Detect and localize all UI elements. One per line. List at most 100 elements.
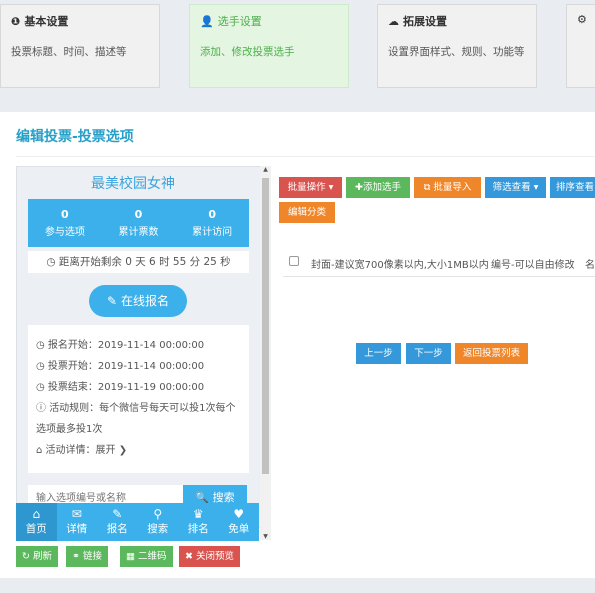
- filter-view-label: 筛选查看: [492, 182, 531, 193]
- tab-search[interactable]: ⚲ 搜索: [138, 503, 179, 541]
- cloud-icon: ☁: [388, 14, 399, 28]
- column-name: 名: [585, 260, 595, 271]
- info-text: 活动规则：每个微信号每天可以投1次每个选项最多投1次: [36, 403, 236, 435]
- info-rules: ⓘ 活动规则：每个微信号每天可以投1次每个选项最多投1次: [36, 398, 241, 440]
- close-icon: ✖: [185, 551, 193, 562]
- batch-import-label: 批量导入: [433, 182, 472, 193]
- clock-icon: ◷: [36, 340, 45, 351]
- filter-view-button[interactable]: 筛选查看 ▾: [485, 177, 546, 198]
- edit-category-button[interactable]: 编辑分类: [279, 202, 335, 223]
- signup-label: 在线报名: [120, 294, 169, 308]
- qrcode-label: 二维码: [138, 551, 167, 562]
- signup-button[interactable]: ✎ 在线报名: [89, 285, 187, 317]
- step-basic-settings[interactable]: ❶ 基本设置 投票标题、时间、描述等: [0, 4, 160, 88]
- sort-view-label: 排序查看: [556, 182, 595, 193]
- info-vote-start: ◷ 投票开始：2019-11-14 00:00:00: [36, 356, 241, 377]
- sort-view-button[interactable]: 排序查看: [550, 177, 595, 198]
- back-to-list-button[interactable]: 返回投票列表: [455, 343, 528, 364]
- caret-down-icon: ▾: [533, 182, 539, 193]
- tab-signup[interactable]: ✎ 报名: [97, 503, 138, 541]
- tab-label: 排名: [187, 523, 209, 535]
- user-plus-icon: 👤: [200, 14, 214, 28]
- step-cards: ❶ 基本设置 投票标题、时间、描述等 👤 选手设置 添加、修改投票选手 ☁ 拓展设置 …: [0, 0, 595, 100]
- refresh-button[interactable]: ↻ 刷新: [16, 546, 59, 567]
- clock-icon: ◷: [36, 361, 45, 372]
- step-title: 基本设置: [24, 15, 69, 28]
- step-extend-settings[interactable]: ☁ 拓展设置 设置界面样式、规则、功能等: [377, 4, 537, 88]
- tab-free[interactable]: ♥ 免单: [219, 503, 260, 541]
- link-icon: ⚭: [72, 551, 80, 562]
- title-divider: [16, 156, 595, 157]
- qrcode-icon: ▦: [126, 551, 135, 562]
- qrcode-button[interactable]: ▦ 二维码: [120, 546, 173, 567]
- batch-import-button[interactable]: ⧉ 批量导入: [414, 177, 481, 198]
- info-text: 投票开始：2019-11-14 00:00:00: [47, 361, 205, 372]
- next-step-label: 下一步: [414, 348, 443, 359]
- back-to-list-label: 返回投票列表: [462, 348, 520, 359]
- tab-label: 搜索: [147, 523, 169, 535]
- options-table-header: 封面-建议宽700像素以内,大小1MB以内 编号-可以自由修改 名: [283, 247, 595, 277]
- scroll-down-arrow[interactable]: ▼: [260, 533, 271, 540]
- add-player-button[interactable]: ✚添加选手: [346, 177, 410, 198]
- column-cover: 封面-建议宽700像素以内,大小1MB以内: [311, 260, 489, 271]
- select-all-checkbox[interactable]: [289, 256, 299, 266]
- refresh-label: 刷新: [33, 551, 53, 562]
- mobile-preview: 最美校园女神 0 参与选项 0 累计票数 0 累计访问 ◷ 距离开始剩余 0 天…: [16, 166, 261, 528]
- stat-votes: 0 累计票数: [102, 199, 176, 247]
- scroll-thumb[interactable]: [262, 178, 269, 474]
- prev-step-button[interactable]: 上一步: [356, 343, 401, 364]
- tab-label: 首页: [25, 523, 47, 535]
- edit-icon: ✎: [112, 507, 123, 521]
- copy-icon: ⧉: [423, 182, 431, 193]
- scroll-up-arrow[interactable]: ▲: [260, 166, 271, 173]
- clock-icon: ◷: [46, 256, 56, 268]
- info-text: 报名开始：2019-11-14 00:00:00: [47, 340, 205, 351]
- tab-label: 报名: [106, 523, 128, 535]
- edit-category-label: 编辑分类: [287, 207, 326, 218]
- batch-ops-button[interactable]: 批量操作 ▾: [279, 177, 342, 198]
- home-icon: ⌂: [32, 507, 41, 521]
- stat-visits: 0 累计访问: [175, 199, 249, 247]
- stat-value: 0: [61, 208, 69, 221]
- step-title: 拓展设置: [403, 15, 447, 28]
- clock-icon: ◷: [36, 382, 45, 393]
- caret-down-icon: ▾: [328, 182, 334, 193]
- step-desc: 投票标题、时间、描述等: [11, 46, 127, 58]
- link-button[interactable]: ⚭ 链接: [66, 546, 109, 567]
- info-signup-start: ◷ 报名开始：2019-11-14 00:00:00: [36, 335, 241, 356]
- page-title: 编辑投票-投票选项: [16, 129, 134, 145]
- stat-value: 0: [134, 208, 143, 221]
- next-step-button[interactable]: 下一步: [406, 343, 451, 364]
- details-icon: ⌂: [36, 445, 43, 456]
- activity-info: ◷ 报名开始：2019-11-14 00:00:00 ◷ 投票开始：2019-1…: [28, 325, 249, 473]
- tab-ranking[interactable]: ♛ 排名: [178, 503, 219, 541]
- close-preview-button[interactable]: ✖ 关闭预览: [179, 546, 241, 567]
- stat-label: 参与选项: [44, 227, 85, 238]
- trophy-icon: ♛: [192, 507, 204, 521]
- close-preview-label: 关闭预览: [196, 551, 235, 562]
- preview-tabbar: ⌂ 首页 ✉ 详情 ✎ 报名 ⚲ 搜索 ♛ 排名 ♥ 免单: [16, 503, 259, 541]
- edit-icon: ✎: [107, 294, 118, 308]
- prev-step-label: 上一步: [364, 348, 393, 359]
- info-icon: ⓘ: [36, 403, 46, 414]
- tab-home[interactable]: ⌂ 首页: [16, 503, 57, 541]
- info-icon: ❶: [11, 14, 21, 28]
- add-player-label: 添加选手: [362, 182, 401, 193]
- info-text: 活动详情：展开: [45, 445, 116, 456]
- column-number: 编号-可以自由修改: [491, 260, 575, 271]
- preview-scrollbar[interactable]: ▲ ▼: [260, 166, 271, 540]
- link-label: 链接: [83, 551, 103, 562]
- stat-value: 0: [208, 208, 216, 221]
- tab-label: 详情: [66, 523, 88, 535]
- step-more-settings[interactable]: ⚙: [566, 4, 595, 88]
- info-vote-end: ◷ 投票结束：2019-11-19 00:00:00: [36, 377, 241, 398]
- tab-details[interactable]: ✉ 详情: [57, 503, 98, 541]
- chevron-right-icon: ❯: [118, 445, 128, 456]
- info-details[interactable]: ⌂ 活动详情：展开 ❯: [36, 440, 241, 461]
- stat-label: 累计访问: [192, 227, 233, 238]
- plus-icon: ✚: [355, 182, 363, 193]
- step-player-settings[interactable]: 👤 选手设置 添加、修改投票选手: [189, 4, 349, 88]
- info-text: 投票结束：2019-11-19 00:00:00: [47, 382, 205, 393]
- refresh-icon: ↻: [22, 551, 30, 562]
- step-desc: 添加、修改投票选手: [200, 46, 295, 58]
